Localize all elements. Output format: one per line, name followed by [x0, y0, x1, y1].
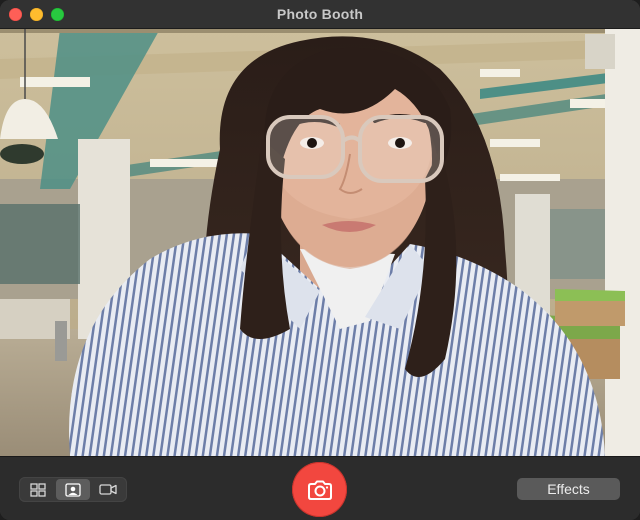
video-mode-button[interactable] — [90, 479, 125, 500]
photo-booth-window: Photo Booth Effects — [0, 0, 640, 520]
effects-button[interactable]: Effects — [517, 478, 620, 500]
mode-selector — [19, 477, 127, 502]
grid-icon — [30, 482, 46, 497]
single-photo-mode-button[interactable] — [55, 479, 91, 500]
four-up-mode-button[interactable] — [21, 479, 56, 500]
camera-preview — [0, 29, 640, 456]
title-bar[interactable]: Photo Booth — [0, 0, 640, 29]
video-camera-icon — [99, 484, 117, 495]
window-title: Photo Booth — [276, 6, 364, 22]
take-photo-button[interactable] — [292, 462, 347, 517]
camera-icon — [307, 480, 332, 500]
portrait-icon — [65, 482, 81, 497]
bottom-toolbar: Effects — [0, 456, 640, 520]
